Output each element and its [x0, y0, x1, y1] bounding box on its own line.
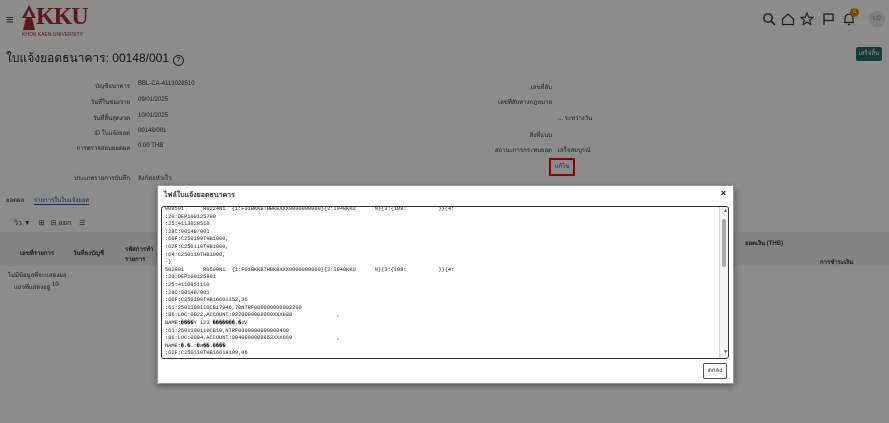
- file-line: :61:2501100110CB10,NTRF0000000000000400: [165, 327, 289, 334]
- file-line: -}: [165, 259, 172, 266]
- ok-button[interactable]: ตกลง: [703, 363, 727, 379]
- textarea-scrollbar[interactable]: ▲ ▼: [719, 207, 728, 358]
- close-icon[interactable]: ×: [721, 188, 726, 198]
- file-line: :62F:C250110THB1000,: [165, 243, 229, 250]
- file-line: NAME:�.�.:�ส��.����: [165, 342, 226, 349]
- scrollbar-thumb[interactable]: [722, 219, 726, 267]
- file-line: NAME:����Y 123 �������.�งV: [165, 319, 248, 326]
- scroll-up-icon[interactable]: ▲: [724, 208, 727, 216]
- file-line: :25:4110951110: [165, 281, 210, 288]
- file-line: 502801 R0509N1 {1:F01BKKBTHBKBXXX0000000…: [165, 266, 455, 273]
- file-line: :25:4113028510: [165, 221, 210, 228]
- file-line: :61:2501100110CB17946,70NTRF000000000002…: [165, 304, 302, 311]
- statement-file-dialog: ไฟล์ใบแจ้งยอดธนาคาร × 008501 R0224N1 {1:…: [157, 185, 734, 384]
- file-line: :28C:00148/001: [165, 228, 210, 235]
- file-line: :62F:C250110THB16619109,06: [165, 350, 248, 357]
- file-line: :60F:C250109THB1000,: [165, 236, 229, 243]
- file-line: :64:C250110THB1000,: [165, 251, 226, 258]
- dialog-title: ไฟล์ใบแจ้งยอดธนาคาร: [164, 192, 235, 199]
- file-line: :20:DEP100125801: [165, 274, 216, 281]
- file-line: :20:DEP100125790: [165, 213, 216, 220]
- file-line: 008501 R0224N1 {1:F01BKKBTHBKBXXX0000000…: [165, 206, 455, 212]
- file-line: :86:LOC:0004,ACCOUNT:0040000000853XXX669…: [165, 335, 340, 342]
- file-line: :60F:C250109THB16601152,36: [165, 297, 248, 304]
- statement-file-textarea[interactable]: 008501 R0224N1 {1:F01BKKBTHBKBXXX0000000…: [161, 206, 729, 359]
- scroll-down-icon[interactable]: ▼: [724, 349, 727, 357]
- file-content: 008501 R0224N1 {1:F01BKKBTHBKBXXX0000000…: [165, 206, 715, 358]
- file-line: :28C:00148/001: [165, 289, 210, 296]
- file-line: :86:LOC:0022,ACCOUNT:0220000008000XXX888…: [165, 312, 340, 319]
